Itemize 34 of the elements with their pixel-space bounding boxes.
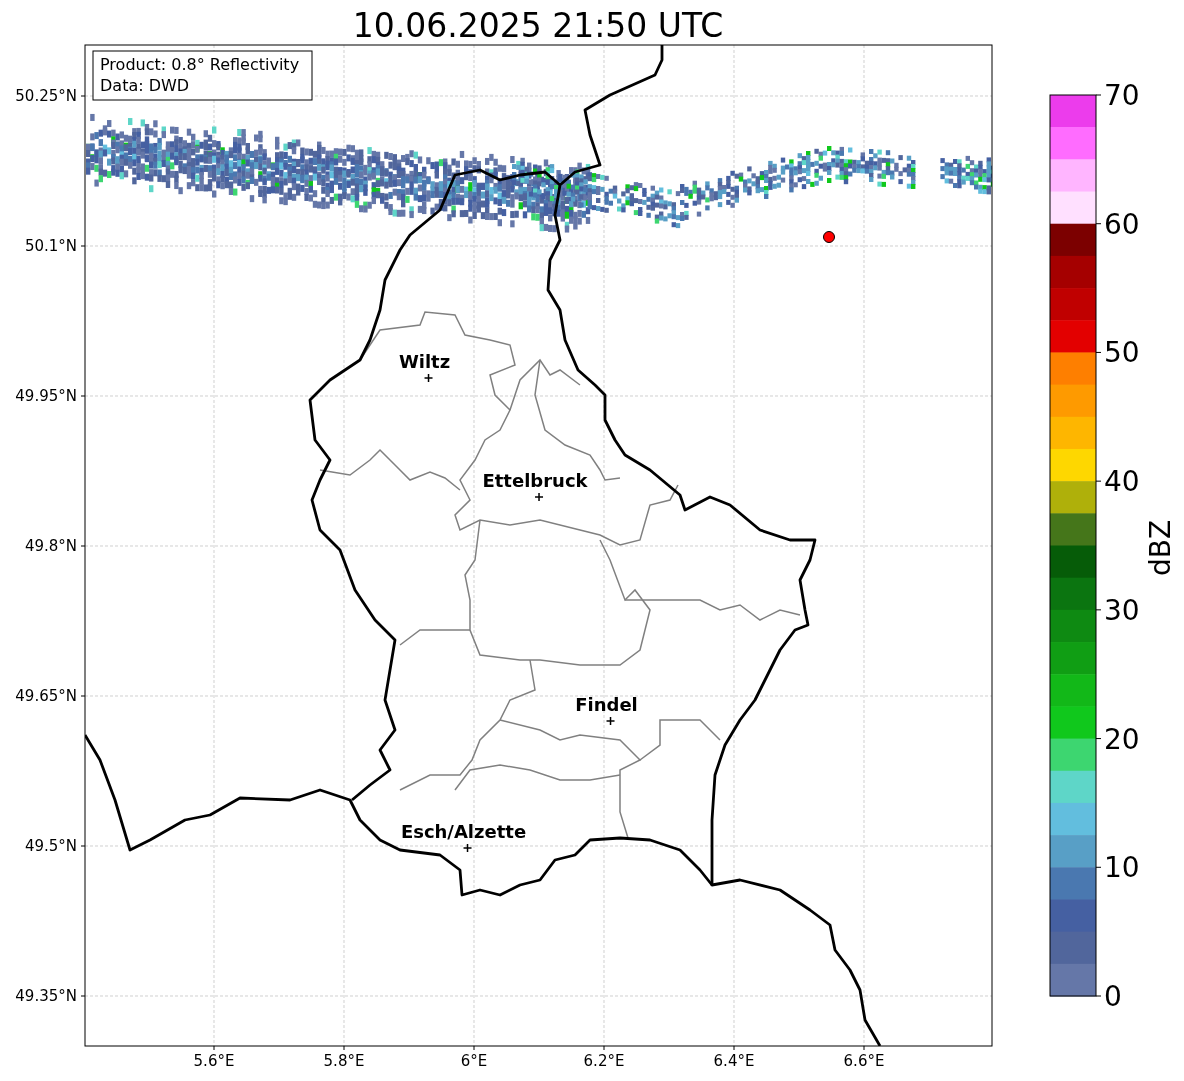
scale-tick-label: 20 xyxy=(1104,722,1140,756)
city-label: Findel xyxy=(575,694,638,715)
info-text: Data: DWD xyxy=(100,76,190,95)
scale-tick-label: 10 xyxy=(1104,851,1140,885)
scale-title: dBZ xyxy=(1144,519,1177,577)
axis-tick-label: 6.6°E xyxy=(843,1052,885,1070)
info-text: Product: 0.8° Reflectivity xyxy=(100,55,300,74)
scale-tick-label: 60 xyxy=(1104,207,1140,241)
location-marker xyxy=(823,231,835,243)
scale-tick-label: 70 xyxy=(1104,79,1140,112)
city-marker-icon xyxy=(462,843,473,853)
city-marker-icon xyxy=(423,373,434,383)
scale-tick-label: 30 xyxy=(1104,593,1140,627)
scale-tick-label: 0 xyxy=(1104,980,1122,1013)
city-label: Esch/Alzette xyxy=(400,821,527,842)
axis-tick-label: 49.95°N xyxy=(15,387,77,405)
axis-tick-label: 5.8°E xyxy=(323,1052,365,1070)
city-label: Ettelbruck xyxy=(482,470,588,491)
axis-tick-label: 49.65°N xyxy=(15,687,77,705)
scale-tick-label: 50 xyxy=(1104,336,1140,370)
axis-tick-label: 49.5°N xyxy=(24,837,77,855)
city-marker-icon xyxy=(605,716,616,726)
city-label: Wiltz xyxy=(398,351,451,372)
axis-tick-label: 50.25°N xyxy=(15,87,77,105)
scale-tick-label: 40 xyxy=(1104,465,1140,499)
axis-tick-label: 5.6°E xyxy=(193,1052,235,1070)
axis-tick-label: 50.1°N xyxy=(24,237,77,255)
axis-tick-label: 49.8°N xyxy=(24,537,77,555)
city-marker-icon xyxy=(534,492,544,502)
axis-tick-label: 6°E xyxy=(460,1052,488,1070)
axis-tick-label: 49.35°N xyxy=(15,987,77,1005)
axis-tick-label: 6.4°E xyxy=(713,1052,755,1070)
axis-tick-label: 6.2°E xyxy=(583,1052,625,1070)
chart-title: 10.06.2025 21:50 UTC xyxy=(352,6,724,45)
